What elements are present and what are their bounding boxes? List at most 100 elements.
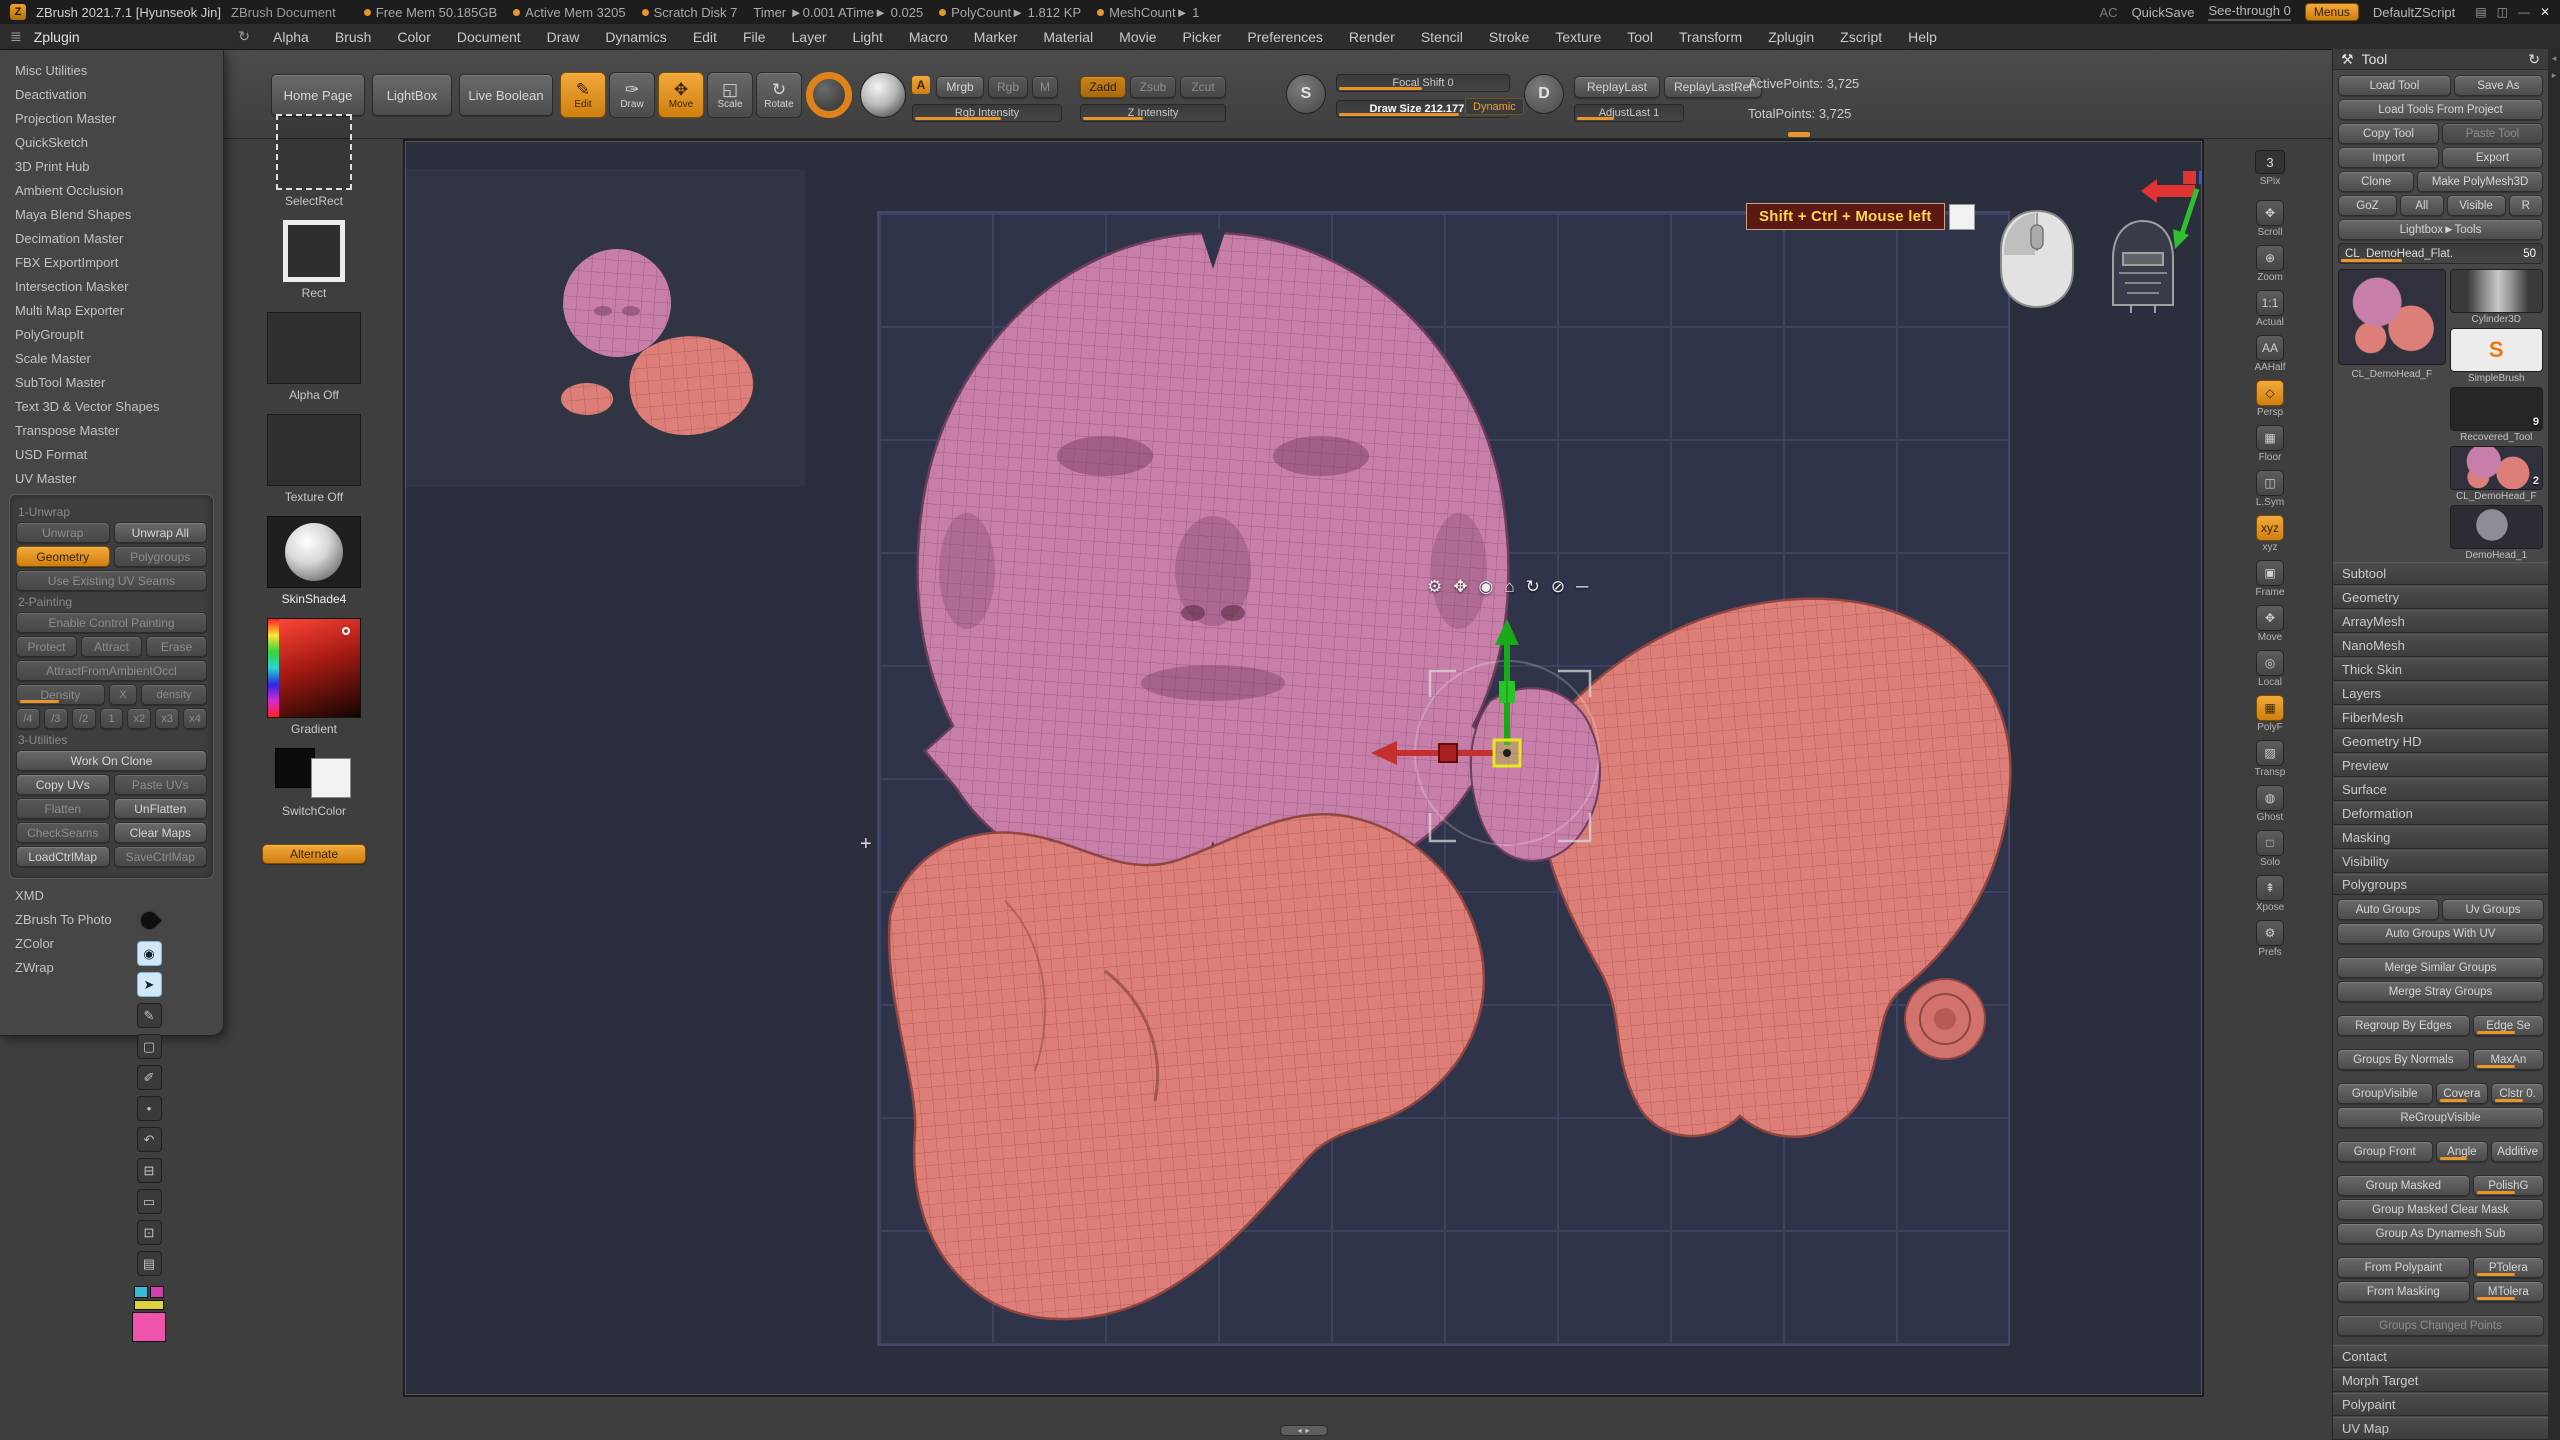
unwrap-all-button[interactable]: Unwrap All [114, 522, 208, 543]
right-shelf-button[interactable]: ◫ L.Sym [2256, 470, 2284, 508]
current-color-swatch[interactable] [132, 1312, 166, 1342]
z-intensity-slider[interactable]: Z Intensity [1080, 104, 1226, 122]
spix-value[interactable]: 3 [2255, 150, 2285, 174]
right-shelf-button[interactable]: ◎ Local [2256, 650, 2284, 688]
copy-tool-button[interactable]: Copy Tool [2338, 123, 2439, 144]
right-shelf-button[interactable]: 1:1 Actual [2256, 290, 2284, 328]
zplugin-menu-item[interactable]: QuickSketch [0, 130, 223, 154]
polygroups-button[interactable]: PTolera [2473, 1257, 2544, 1278]
scrollbar-handle[interactable]: ◂▸ [1280, 1425, 1328, 1436]
eye-icon[interactable]: ◉ [137, 941, 162, 966]
default-zscript-button[interactable]: DefaultZScript [2373, 5, 2455, 20]
zplugin-menu-item[interactable]: Misc Utilities [0, 58, 223, 82]
polygroups-button[interactable]: Clstr 0. [2491, 1083, 2544, 1104]
menu-item[interactable]: Transform [1666, 26, 1755, 48]
zsub-button[interactable]: Zsub [1130, 76, 1176, 98]
menu-item[interactable]: Light [840, 26, 896, 48]
flatten-button[interactable]: Flatten [16, 798, 110, 819]
menu-item[interactable]: Macro [896, 26, 961, 48]
polygroups-button[interactable]: Group As Dynamesh Sub [2337, 1223, 2544, 1244]
active-tool-thumbnail[interactable] [2338, 269, 2446, 365]
tool-section-header[interactable]: Subtool [2333, 562, 2548, 585]
polygroups-button[interactable]: From Masking [2337, 1281, 2470, 1302]
polygroups-button[interactable]: GroupVisible [2337, 1083, 2433, 1104]
polygroups-button[interactable]: MTolera [2473, 1281, 2544, 1302]
tool-section-header[interactable]: Geometry HD [2333, 730, 2548, 753]
cyan-swatch[interactable] [134, 1286, 148, 1298]
dynamic-mode-toggle[interactable]: Dynamic [1465, 98, 1524, 115]
polygroups-button[interactable]: Auto Groups [2337, 899, 2439, 920]
live-boolean-button[interactable]: Live Boolean [459, 74, 553, 116]
export-button[interactable]: Export [2442, 147, 2543, 168]
color-picker[interactable] [267, 618, 361, 718]
magenta-swatch[interactable] [150, 1286, 164, 1298]
tool-section-header[interactable]: FiberMesh [2333, 706, 2548, 729]
dot-icon[interactable]: • [137, 1096, 162, 1121]
zplugin-menu-item[interactable]: Decimation Master [0, 226, 223, 250]
clear-maps-button[interactable]: Clear Maps [114, 822, 208, 843]
density-multiplier-button[interactable]: /3 [44, 708, 68, 729]
goz-all-button[interactable]: All [2400, 195, 2444, 216]
zplugin-menu-item[interactable]: Transpose Master [0, 418, 223, 442]
mode-button[interactable]: ↻ Rotate [756, 72, 802, 118]
zplugin-menu-item[interactable]: XMD [0, 883, 223, 907]
menu-item[interactable]: Zscript [1827, 26, 1895, 48]
restore-icon[interactable]: ◫ [2497, 5, 2508, 19]
palette-cycle-icon[interactable]: ↻ [2528, 51, 2540, 68]
m-button[interactable]: M [1032, 76, 1058, 98]
menu-item[interactable]: Stroke [1476, 26, 1542, 48]
zcut-button[interactable]: Zcut [1180, 76, 1226, 98]
right-shelf-button[interactable]: ✥ Scroll [2256, 200, 2284, 238]
goz-visible-button[interactable]: Visible [2447, 195, 2506, 216]
density-multiplier-button[interactable]: 1 [100, 708, 124, 729]
reset-orientation-icon[interactable]: ↻ [1526, 577, 1540, 597]
tool-section-header[interactable]: UV Map [2333, 1417, 2548, 1440]
tool-thumbnail[interactable] [2450, 505, 2543, 549]
tool-section-header-polygroups[interactable]: Polygroups [2333, 874, 2548, 895]
menu-item[interactable]: Document [444, 26, 534, 48]
rect-icon[interactable]: ▢ [137, 1034, 162, 1059]
close-icon[interactable]: ✕ [2540, 5, 2550, 19]
palette-menu-icon[interactable]: ≣ [10, 28, 22, 45]
polygroups-button[interactable]: PolishG [2473, 1175, 2544, 1196]
tool-section-header[interactable]: Surface [2333, 778, 2548, 801]
current-tool-slider[interactable]: CL_DemoHead_Flat. 50 [2338, 243, 2543, 264]
polygroups-button[interactable]: Group Masked Clear Mask [2337, 1199, 2544, 1220]
lock-icon[interactable]: ⊘ [1551, 577, 1565, 597]
unlock-icon[interactable]: ─ [1576, 577, 1588, 597]
save-ctrl-map-button[interactable]: SaveCtrlMap [114, 846, 208, 867]
pin-icon[interactable] [137, 908, 161, 932]
zplugin-menu-item[interactable]: Intersection Masker [0, 274, 223, 298]
zplugin-menu-item[interactable]: PolyGroupIt [0, 322, 223, 346]
goz-r-button[interactable]: R [2509, 195, 2543, 216]
zplugin-menu-item[interactable]: ZColor [0, 931, 223, 955]
right-shelf-button[interactable]: ◍ Ghost [2256, 785, 2284, 823]
zplugin-menu-item[interactable]: USD Format [0, 442, 223, 466]
tool-thumbnail[interactable]: 2 [2450, 446, 2543, 490]
zplugin-menu-item[interactable]: ZWrap [0, 955, 223, 979]
zplugin-menu-item[interactable]: FBX ExportImport [0, 250, 223, 274]
tool-section-header[interactable]: Preview [2333, 754, 2548, 777]
minimize-icon[interactable]: — [2518, 5, 2530, 19]
tool-thumbnail[interactable]: 9 [2450, 387, 2543, 431]
polygroups-button[interactable]: Edge Se [2473, 1015, 2544, 1036]
menu-item[interactable]: Render [1336, 26, 1408, 48]
enable-control-painting-button[interactable]: Enable Control Painting [16, 612, 207, 633]
see-through-slider[interactable]: See-through 0 [2208, 3, 2290, 21]
trash-icon[interactable]: ⊟ [137, 1158, 162, 1183]
tool-section-header[interactable]: Visibility [2333, 850, 2548, 873]
sticky-icon[interactable]: ◉ [1479, 577, 1494, 597]
use-existing-uv-seams-button[interactable]: Use Existing UV Seams [16, 570, 207, 591]
mode-button[interactable]: ✎ Edit [560, 72, 606, 118]
polygroups-button[interactable]: Groups By Normals [2337, 1049, 2470, 1070]
menu-item[interactable]: Stencil [1408, 26, 1476, 48]
rgb-button[interactable]: Rgb [988, 76, 1028, 98]
tool-section-header[interactable]: ArrayMesh [2333, 610, 2548, 633]
density-multiplier-button[interactable]: /2 [72, 708, 96, 729]
cursor-icon[interactable]: ➤ [137, 972, 162, 997]
menu-item[interactable]: Alpha [260, 26, 322, 48]
tool-palette-header[interactable]: ⚒ Tool ↻ [2333, 49, 2548, 70]
density-multiplier-button[interactable]: x2 [127, 708, 151, 729]
polygroups-button[interactable]: From Polypaint [2337, 1257, 2470, 1278]
pen-icon[interactable]: ✐ [137, 1065, 162, 1090]
